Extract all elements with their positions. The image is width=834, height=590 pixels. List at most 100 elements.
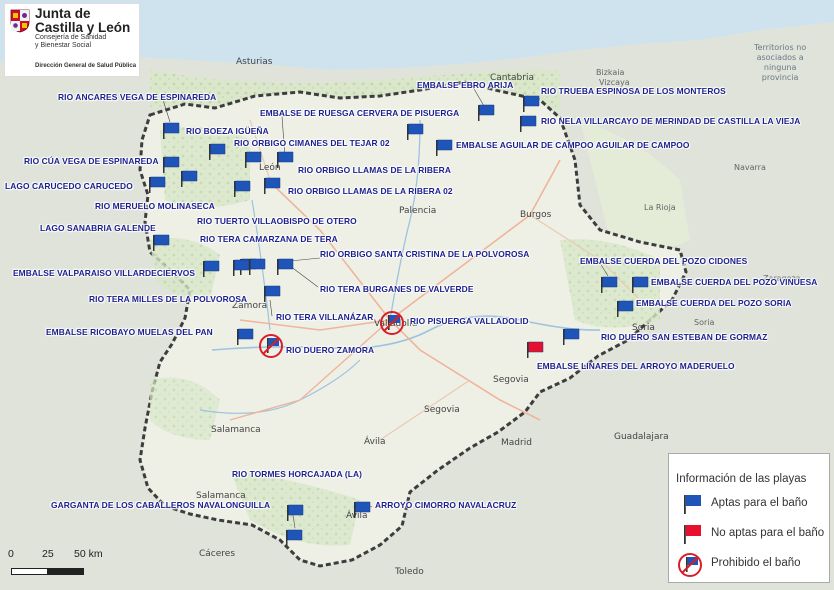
place-salamanca-province: Salamanca [211,425,261,435]
logo-line-2: Castilla y León [35,20,131,35]
place-soria-province: Soria [694,318,715,327]
blue-flag-icon [236,328,254,346]
junta-logo: Junta de Castilla y León Consejería de S… [4,3,140,77]
blue-flag-icon [248,258,266,276]
blue-flag-icon [180,170,198,188]
blue-flag-icon [616,300,634,318]
beach-label: RIO TERA CAMARZANA DE TERA [200,234,338,244]
logo-line-5: Dirección General de Salud Pública [35,63,137,69]
blue-flag-icon [353,501,371,519]
beach-label: RIO PISUERGA VALLADOLID [410,316,529,326]
place-burgos: Burgos [520,210,552,220]
blue-flag-icon [600,276,618,294]
blue-flag-icon [286,504,304,522]
legend-item-no-apta: No aptas para el baño [675,522,825,546]
place-navarra: Navarra [734,163,766,172]
territory-note: Territorios no asociados a ninguna provi… [754,43,806,83]
logo-line-4: y Bienestar Social [35,42,92,49]
place-palencia: Palencia [399,206,437,216]
beach-label: RIO ANCARES VEGA DE ESPINAREDA [58,92,217,102]
blue-flag-icon [152,234,170,252]
blue-flag-icon [208,143,226,161]
beach-label: GARGANTA DE LOS CABALLEROS NAVALONGUILLA [51,500,271,510]
beach-label: ARROYO CIMORRO NAVALACRUZ [375,500,517,510]
coat-of-arms-icon [10,9,30,33]
beach-label: RIO ORBIGO LLAMAS DE LA RIBERA [298,165,451,175]
beach-label: EMBALSE AGUILAR DE CAMPOO AGUILAR DE CAM… [456,140,690,150]
map-legend: Información de las playas Aptas para el … [668,453,830,583]
prohibited-flag-icon [258,333,284,359]
beach-label: RIO CÚA VEGA DE ESPINAREDA [24,156,159,166]
beach-status-map: Territorios no asociados a ninguna provi… [0,0,834,590]
blue-flag-icon [244,151,262,169]
beach-label: EMBALSE EBRO ARIJA [417,80,514,90]
beach-label: RIO TERA VILLANÁZAR [276,312,374,322]
beach-label: EMBALSE CUERDA DEL POZO VINUESA [651,277,818,287]
prohibited-flag-icon [677,552,703,583]
scale-segment-2 [47,568,84,575]
place-segovia-province: Segovia [493,375,529,385]
blue-flag-icon [631,276,649,294]
blue-flag-icon [522,95,540,113]
territory-note-line-4: provincia [761,73,799,82]
place-caceres: Cáceres [199,549,236,559]
beach-label: RIO DUERO ZAMORA [286,345,375,355]
blue-flag-icon [162,156,180,174]
red-flag-icon [526,341,544,359]
place-bizkaia: Bizkaia [596,68,625,77]
beach-label: EMBALSE LINARES DEL ARROYO MADERUELO [537,361,735,371]
beach-label: LAGO CARUCEDO CARUCEDO [5,181,133,191]
beach-label: LAGO SANABRIA GALENDE [40,223,156,233]
place-toledo: Toledo [395,567,424,577]
beach-label: RIO ORBIGO LLAMAS DE LA RIBERA 02 [288,186,453,196]
scale-tick-50: 50 km [74,548,103,560]
legend-item-prohibido: Prohibido el baño [675,552,825,577]
blue-flag-icon [233,180,251,198]
blue-flag-icon [677,492,703,521]
place-la-rioja: La Rioja [644,203,676,212]
place-asturias: Asturias [236,57,273,67]
blue-flag-icon [263,285,281,303]
beach-label: RIO TUERTO VILLAOBISPO DE OTERO [197,216,357,226]
beach-label: EMBALSE CUERDA DEL POZO SORIA [636,298,792,308]
beach-label: RIO BOEZA IGÜEÑA [186,126,269,136]
legend-item-label: No aptas para el baño [711,527,825,539]
territory-note-line-2: asociados a [756,53,804,62]
beach-label: EMBALSE CUERDA DEL POZO CIDONES [580,256,748,266]
blue-flag-icon [276,258,294,276]
blue-flag-icon [202,260,220,278]
scale-bar: 0 25 50 km [8,548,168,580]
blue-flag-icon [276,151,294,169]
place-madrid: Madrid [501,438,532,448]
territory-note-line-1: Territorios no [754,43,807,52]
logo-line-1: Junta de [35,6,91,21]
territory-note-line-3: ninguna [763,63,797,72]
prohibited-flag-icon [379,310,405,336]
scale-tick-0: 0 [8,548,14,560]
blue-flag-icon [435,139,453,157]
legend-item-label: Aptas para el baño [711,497,808,509]
blue-flag-icon [162,122,180,140]
beach-label: EMBALSE RICOBAYO MUELAS DEL PAN [46,327,213,337]
place-guadalajara: Guadalajara [614,432,669,442]
legend-title: Información de las playas [676,473,807,485]
blue-flag-icon [263,177,281,195]
beach-label: RIO TRUEBA ESPINOSA DE LOS MONTEROS [541,86,726,96]
beach-label: RIO MERUELO MOLINASECA [95,201,215,211]
blue-flag-icon [148,176,166,194]
beach-label: RIO TERA BURGANES DE VALVERDE [320,284,474,294]
blue-flag-icon [285,529,303,547]
beach-label: RIO DUERO SAN ESTEBAN DE GORMAZ [601,332,768,342]
beach-label: RIO NELA VILLARCAYO DE MERINDAD DE CASTI… [541,116,801,126]
blue-flag-icon [519,115,537,133]
blue-flag-icon [406,123,424,141]
beach-label: EMBALSE VALPARAISO VILLARDECIERVOS [13,268,196,278]
beach-label: EMBALSE DE RUESGA CERVERA DE PISUERGA [260,108,460,118]
beach-label: RIO ORBIGO CIMANES DEL TEJAR 02 [234,138,390,148]
scale-tick-25: 25 [42,548,54,560]
beach-label: RIO TORMES HORCAJADA (LA) [232,469,362,479]
logo-line-3: Consejería de Sanidad [35,34,107,41]
beach-label: RIO ORBIGO SANTA CRISTINA DE LA POLVOROS… [320,249,530,259]
place-segovia: Segovia [424,405,460,415]
blue-flag-icon [477,104,495,122]
